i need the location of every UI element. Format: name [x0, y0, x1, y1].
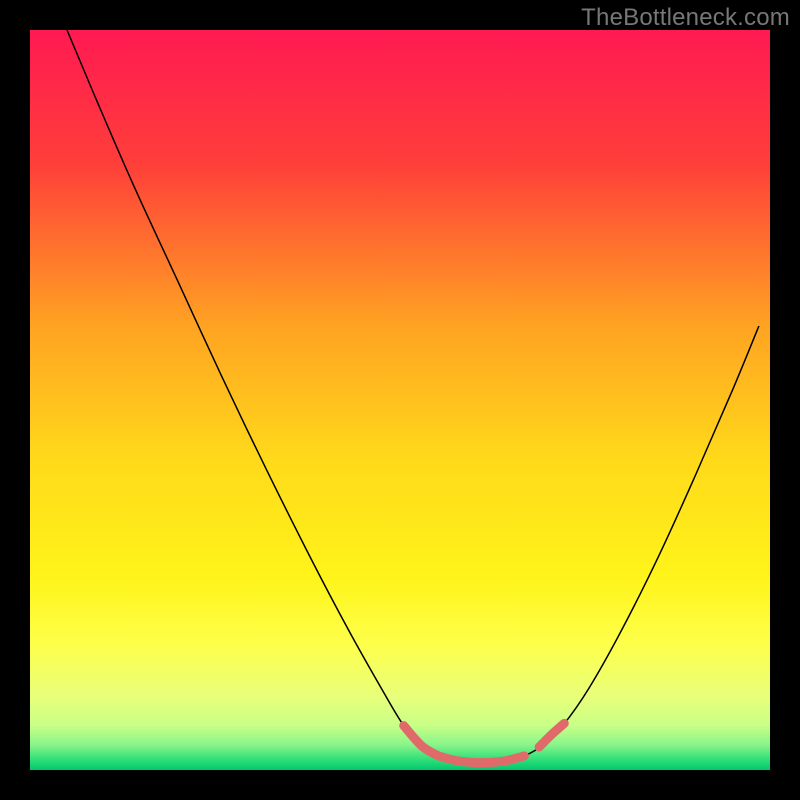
watermark-label: TheBottleneck.com	[581, 4, 790, 32]
plot-area	[30, 30, 770, 770]
chart-frame: TheBottleneck.com	[0, 0, 800, 800]
gradient-background	[30, 30, 770, 770]
bottleneck-chart	[30, 30, 770, 770]
